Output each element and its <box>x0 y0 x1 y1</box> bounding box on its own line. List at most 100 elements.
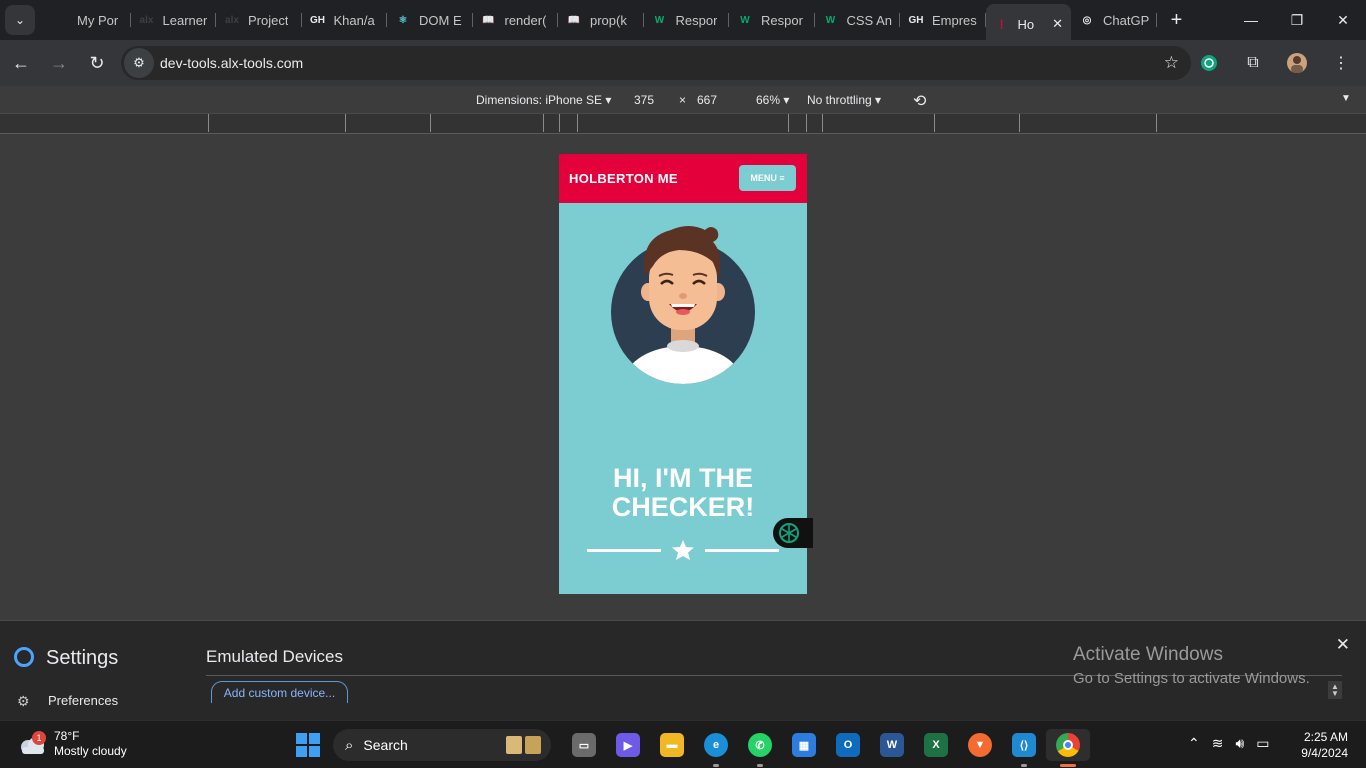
browser-tab[interactable]: ⚛ DOM E <box>387 4 473 36</box>
watermark-line-1: Activate Windows <box>1073 644 1223 665</box>
gear-icon: ⚙ <box>17 693 30 709</box>
browser-tab[interactable]: GH Khan/a <box>302 4 388 36</box>
avatar-illustration <box>611 226 755 384</box>
device-toolbar: Dimensions: iPhone SE ▾ 375 × 667 66% ▾ … <box>0 86 1366 114</box>
zoom-select[interactable]: 66% ▾ <box>756 93 789 107</box>
tab-favicon-icon: 📖 <box>482 14 495 26</box>
close-window-button[interactable]: ✕ <box>1320 0 1366 40</box>
close-settings-button[interactable]: ✕ <box>1336 635 1350 655</box>
devtools-overflow-icon[interactable]: ▼ <box>1341 93 1351 104</box>
excel-icon[interactable]: X <box>914 729 958 761</box>
weather-condition: Mostly cloudy <box>54 744 127 758</box>
start-button[interactable] <box>296 733 320 757</box>
tab-label: Empres <box>932 12 977 28</box>
tab-favicon-icon: alx <box>225 14 239 26</box>
chrome-icon[interactable] <box>1046 729 1090 767</box>
reload-button[interactable]: ↻ <box>80 46 114 80</box>
task-view-icon[interactable]: ▭ <box>562 729 606 761</box>
add-custom-device-button[interactable]: Add custom device... <box>211 681 348 703</box>
restore-button[interactable]: ❐ <box>1274 0 1320 40</box>
extensions-puzzle-icon[interactable]: ⧉ <box>1236 46 1270 80</box>
store-icon[interactable]: ▦ <box>782 729 826 761</box>
volume-icon[interactable]: 🔊︎ <box>1235 735 1244 752</box>
browser-toolbar: ← → ↻ ⚙ dev-tools.alx-tools.com ☆ ⧉ ⋮ <box>0 40 1366 86</box>
browser-tab[interactable]: W CSS An <box>815 4 901 36</box>
height-input[interactable]: 667 <box>697 93 717 107</box>
browser-tab[interactable]: 📖 prop(k <box>558 4 644 36</box>
tab-label: My Por <box>77 12 119 28</box>
tab-favicon-icon: W <box>825 14 836 26</box>
emulated-devices-title: Emulated Devices <box>206 647 344 666</box>
toolbar-extensions: ⧉ ⋮ <box>1192 46 1358 80</box>
brave-icon[interactable]: ▼ <box>958 729 1002 761</box>
bookmark-star-icon[interactable]: ☆ <box>1164 53 1179 73</box>
browser-tab[interactable]: W Respor <box>644 4 730 36</box>
browser-tab[interactable]: alx Learner <box>131 4 217 36</box>
browser-tab[interactable]: ◎ ChatGP <box>1071 4 1157 36</box>
chevron-down-icon: ⌄ <box>14 13 26 27</box>
taskbar-clock[interactable]: 2:25 AM 9/4/2024 <box>1292 729 1348 761</box>
search-highlight-icon <box>506 736 541 754</box>
chevron-up-icon[interactable]: ⌃ <box>1188 735 1200 752</box>
outlook-icon[interactable]: O <box>826 729 870 761</box>
profile-avatar[interactable] <box>1280 46 1314 80</box>
tab-favicon-icon: ⚛ <box>398 14 408 26</box>
chatgpt-floating-button[interactable] <box>773 518 813 548</box>
browser-tab[interactable]: GH Empres <box>900 4 986 36</box>
browser-tab[interactable]: | Ho ✕ <box>985 4 1071 44</box>
hero-heading: HI, I'M THE CHECKER! <box>559 464 807 522</box>
word-icon[interactable]: W <box>870 729 914 761</box>
window-controls: — ❐ ✕ <box>1228 0 1366 40</box>
site-header: HOLBERTON ME MENU ≡ <box>559 154 807 203</box>
back-button[interactable]: ← <box>4 46 38 80</box>
hero-line-1: HI, I'M THE <box>613 463 753 493</box>
arrow-left-icon: ← <box>12 52 30 73</box>
preferences-link[interactable]: Preferences <box>48 693 118 708</box>
star-divider <box>587 540 779 560</box>
tab-favicon-icon: W <box>654 14 665 26</box>
tab-label: DOM E <box>419 12 462 28</box>
tab-favicon-icon: GH <box>908 14 924 26</box>
tab-label: Respor <box>761 12 803 28</box>
more-menu-icon[interactable]: ⋮ <box>1324 46 1358 80</box>
emulated-page: HOLBERTON ME MENU ≡ HI, I'M THE CHECKER! <box>559 154 813 594</box>
width-input[interactable]: 375 <box>634 93 654 107</box>
chatgpt-extension-icon[interactable] <box>1192 46 1226 80</box>
browser-tab[interactable]: 📖 render( <box>473 4 559 36</box>
dimensions-select[interactable]: Dimensions: iPhone SE ▾ <box>476 93 611 107</box>
file-explorer-icon[interactable]: ▬ <box>650 729 694 761</box>
dimensions-label: Dimensions: iPhone SE <box>476 93 603 107</box>
meet-icon[interactable]: ▶ <box>606 729 650 761</box>
whatsapp-icon[interactable]: ✆ <box>738 729 782 767</box>
new-tab-button[interactable]: + <box>1163 6 1191 34</box>
search-icon: ⌕ <box>345 736 354 754</box>
taskbar-search[interactable]: ⌕ Search <box>333 729 551 761</box>
site-brand[interactable]: HOLBERTON ME <box>569 171 678 186</box>
clock-date: 9/4/2024 <box>1301 746 1348 760</box>
site-info-icon[interactable]: ⚙ <box>124 48 154 78</box>
vscode-icon[interactable]: ⟨⟩ <box>1002 729 1046 767</box>
star-icon <box>672 540 694 560</box>
browser-tab[interactable]: My Por <box>45 4 131 36</box>
zoom-label: 66% <box>756 93 781 107</box>
browser-tab[interactable]: alx Project <box>216 4 302 36</box>
wifi-icon[interactable]: ≋ <box>1212 735 1224 752</box>
tab-search-button[interactable]: ⌄ <box>5 5 35 35</box>
weather-widget[interactable]: 1 78°F Mostly cloudy <box>18 729 127 759</box>
reload-icon: ↻ <box>89 52 105 73</box>
scroll-arrows[interactable]: ▲ ▼ <box>1328 681 1342 699</box>
tab-label: Learner <box>162 12 208 28</box>
forward-button[interactable]: → <box>42 46 76 80</box>
battery-icon[interactable]: ▭ <box>1256 735 1269 752</box>
tab-label: CSS An <box>846 12 893 28</box>
chatgpt-icon <box>779 523 799 543</box>
throttling-select[interactable]: No throttling ▾ <box>807 93 881 107</box>
url-text[interactable]: dev-tools.alx-tools.com <box>160 55 303 71</box>
address-bar[interactable]: ⚙ dev-tools.alx-tools.com ☆ <box>121 46 1191 80</box>
browser-tab[interactable]: W Respor <box>729 4 815 36</box>
close-tab-icon[interactable]: ✕ <box>1052 16 1063 32</box>
minimize-button[interactable]: — <box>1228 0 1274 40</box>
rotate-icon[interactable]: ⟲ <box>913 91 926 111</box>
menu-button[interactable]: MENU ≡ <box>739 165 796 191</box>
edge-icon[interactable]: e <box>694 729 738 767</box>
